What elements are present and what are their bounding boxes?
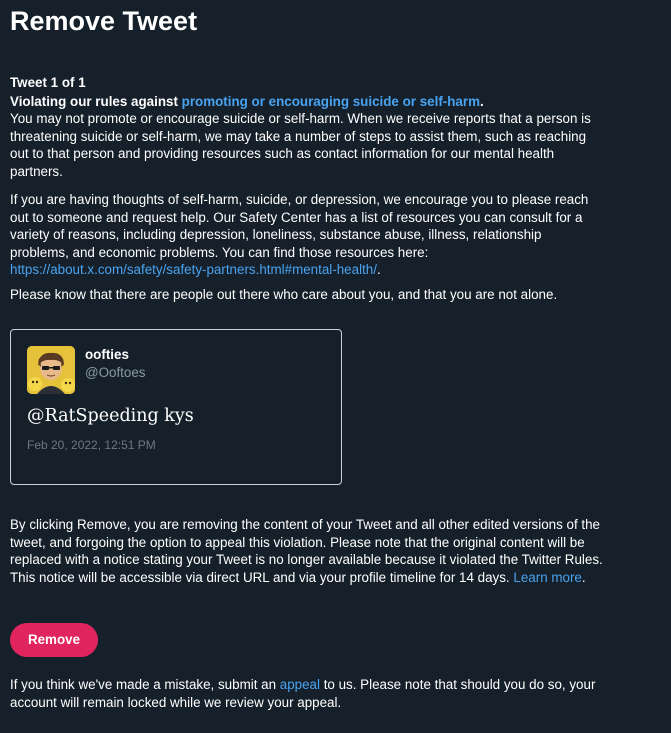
- appeal-text: If you think we've made a mistake, submi…: [10, 676, 610, 711]
- rule-description: You may not promote or encourage suicide…: [10, 111, 591, 179]
- tweet-author-handle: @Ooftoes: [85, 365, 146, 380]
- tweet-card: oofties @Ooftoes @RatSpeeding kys Feb 20…: [10, 329, 342, 485]
- appeal-prefix: If you think we've made a mistake, submi…: [10, 677, 280, 692]
- appeal-link[interactable]: appeal: [280, 677, 320, 692]
- avatar-image-icon: [27, 346, 75, 394]
- tweet-counter: Tweet 1 of 1: [10, 75, 86, 90]
- remove-button[interactable]: Remove: [10, 623, 98, 657]
- tweet-text: @RatSpeeding kys: [27, 406, 194, 426]
- remove-tweet-page: Remove Tweet Tweet 1 of 1 Violating our …: [0, 0, 671, 733]
- avatar: [27, 346, 75, 394]
- rule-heading-prefix: Violating our rules against: [10, 94, 182, 109]
- help-text-body: If you are having thoughts of self-harm,…: [10, 192, 589, 260]
- tweet-timestamp: Feb 20, 2022, 12:51 PM: [27, 438, 156, 452]
- page-title: Remove Tweet: [10, 6, 198, 36]
- safety-resources-link[interactable]: https://about.x.com/safety/safety-partne…: [10, 262, 377, 277]
- rule-heading: Violating our rules against promoting or…: [10, 93, 600, 111]
- help-text: If you are having thoughts of self-harm,…: [10, 191, 600, 279]
- removal-info-suffix: .: [581, 569, 586, 585]
- care-text: Please know that there are people out th…: [10, 287, 558, 302]
- help-text-suffix: .: [376, 262, 381, 278]
- removal-info: By clicking Remove, you are removing the…: [10, 516, 610, 586]
- rule-link[interactable]: promoting or encouraging suicide or self…: [182, 94, 480, 109]
- learn-more-link[interactable]: Learn more: [513, 570, 581, 585]
- rule-heading-suffix: .: [480, 94, 484, 109]
- tweet-author-name: oofties: [85, 347, 129, 362]
